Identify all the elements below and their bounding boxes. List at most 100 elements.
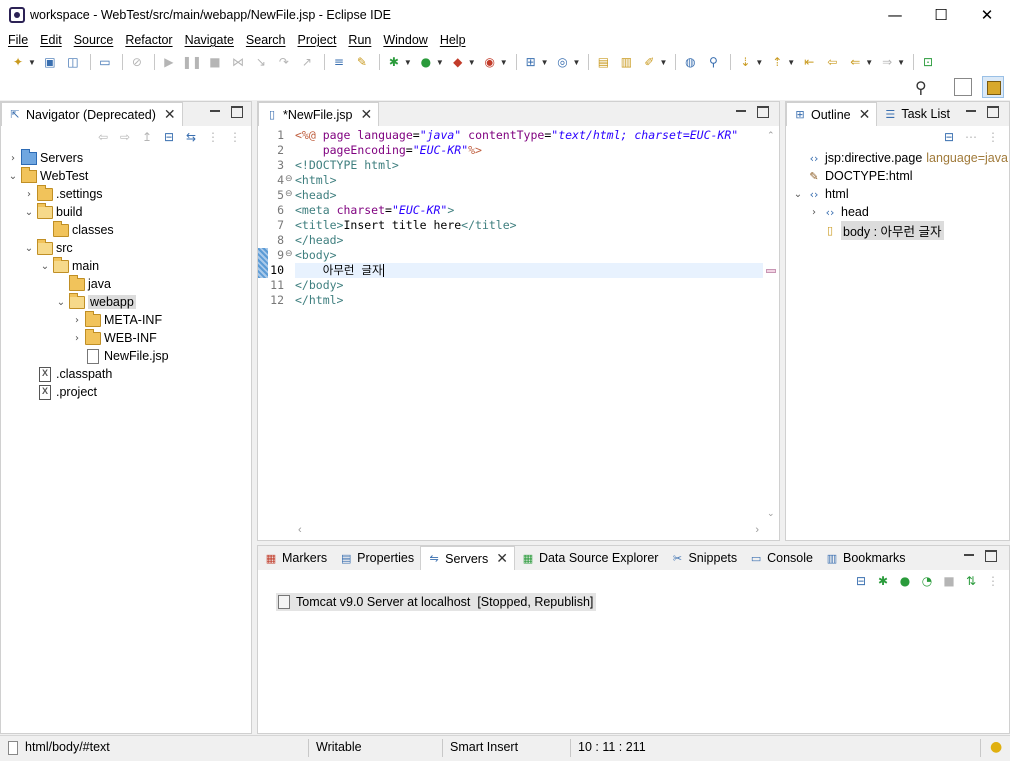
tab-data-source-explorer[interactable]: ▦ Data Source Explorer	[515, 546, 665, 570]
close-icon[interactable]: ✕	[496, 551, 508, 567]
open-perspective-icon[interactable]: ⊡	[918, 53, 938, 71]
status-cursor-position[interactable]: 10 : 11 : 211	[578, 740, 646, 754]
menu-refactor[interactable]: Refactor	[119, 33, 178, 47]
tab-console[interactable]: ▭ Console	[743, 546, 819, 570]
code-line-current[interactable]: 아무런 글자	[295, 263, 763, 278]
code-line[interactable]: <!DOCTYPE html>	[295, 158, 763, 173]
scroll-right-icon[interactable]: ›	[755, 524, 759, 536]
debug-server-icon[interactable]: ✱	[875, 573, 891, 589]
code-line[interactable]: pageEncoding="EUC-KR"%>	[295, 143, 763, 158]
chevron-down-icon[interactable]: ⌄	[23, 207, 35, 218]
code-line[interactable]: <meta charset="EUC-KR">	[295, 203, 763, 218]
tree-item[interactable]: .project	[23, 383, 97, 401]
menu-source[interactable]: Source	[68, 33, 120, 47]
previous-annotation-dropdown-icon[interactable]: ▼	[787, 58, 795, 67]
code-line[interactable]: </body>	[295, 278, 763, 293]
open-type-icon[interactable]: ▤	[593, 53, 613, 71]
menu-navigate[interactable]: Navigate	[179, 33, 240, 47]
tree-item[interactable]: › Servers	[7, 148, 83, 167]
maximize-icon[interactable]	[231, 106, 243, 118]
outline-item[interactable]: ‹› jsp:directive.page language=java	[792, 149, 1008, 167]
code-line[interactable]: </head>	[295, 233, 763, 248]
tab-navigator[interactable]: ⇱ Navigator (Deprecated) ✕	[1, 102, 183, 126]
filter-icon[interactable]: ⋯	[963, 129, 979, 145]
code-line[interactable]: <%@ page language="java" contentType="te…	[295, 128, 763, 143]
toggle-mark-icon[interactable]: ≡	[329, 53, 349, 71]
skip-breakpoints-icon[interactable]: ⊘	[127, 53, 147, 71]
menu-file[interactable]: File	[2, 33, 34, 47]
external-tools-icon[interactable]: ◉	[480, 53, 500, 71]
outline-item[interactable]: ⌄ ‹› html	[792, 185, 849, 203]
link-editor-icon[interactable]: ⇆	[183, 129, 199, 145]
back-history-icon[interactable]: ⇐	[845, 53, 865, 71]
last-edit-location-icon[interactable]: ⇤	[799, 53, 819, 71]
menu-run[interactable]: Run	[342, 33, 377, 47]
maximize-icon[interactable]	[987, 106, 999, 118]
outline-item[interactable]: › ‹› head	[808, 203, 869, 221]
coverage-dropdown-icon[interactable]: ▼	[468, 58, 476, 67]
stop-server-icon[interactable]: ■	[941, 573, 957, 589]
tree-item[interactable]: › META-INF	[71, 310, 162, 329]
maximize-button[interactable]: ☐	[918, 0, 964, 30]
close-icon[interactable]: ✕	[164, 107, 176, 123]
tab-servers[interactable]: ⇋ Servers ✕	[420, 546, 515, 570]
chevron-down-icon[interactable]: ⌄	[55, 297, 67, 308]
search-tool-icon[interactable]: ✐	[639, 53, 659, 71]
menu-help[interactable]: Help	[434, 33, 472, 47]
scroll-left-icon[interactable]: ‹	[298, 524, 302, 536]
code-line[interactable]: <head>	[295, 188, 763, 203]
back-icon[interactable]: ⇦	[95, 129, 111, 145]
server-entry[interactable]: Tomcat v9.0 Server at localhost [Stopped…	[276, 593, 597, 611]
menu-window[interactable]: Window	[377, 33, 433, 47]
tab-snippets[interactable]: ✂ Snippets	[664, 546, 743, 570]
back-dropdown-icon[interactable]: ▼	[865, 58, 873, 67]
tree-item[interactable]: java	[55, 274, 111, 293]
minimize-button[interactable]: —	[872, 0, 918, 30]
chevron-right-icon[interactable]: ›	[71, 315, 83, 326]
tab-newfile-jsp[interactable]: ▯ *NewFile.jsp ✕	[258, 102, 380, 126]
forward-icon[interactable]: ⇨	[117, 129, 133, 145]
scroll-up-icon[interactable]: ⌃	[767, 130, 775, 141]
chevron-down-icon[interactable]: ⌄	[39, 261, 51, 272]
chevron-right-icon[interactable]: ›	[7, 153, 19, 164]
view-menu-icon[interactable]: ⋮	[985, 129, 1001, 145]
close-icon[interactable]: ✕	[360, 107, 372, 123]
tab-task-list[interactable]: ☰ Task List	[877, 102, 956, 126]
tree-item[interactable]: ⌄ src	[23, 238, 73, 257]
resume-icon[interactable]: ▶	[159, 53, 179, 71]
close-button[interactable]: ✕	[964, 0, 1010, 30]
minimize-icon[interactable]	[209, 106, 221, 120]
tree-item[interactable]: ⌄ webapp	[55, 292, 136, 311]
status-insert-mode[interactable]: Smart Insert	[450, 740, 518, 754]
tree-item[interactable]: NewFile.jsp	[71, 347, 169, 365]
tree-item[interactable]: classes	[39, 220, 114, 239]
web-browser-icon[interactable]: ◍	[680, 53, 700, 71]
start-server-icon[interactable]: ●	[897, 573, 913, 589]
chevron-down-icon[interactable]: ⌄	[792, 189, 804, 200]
terminate-icon[interactable]: ■	[205, 53, 225, 71]
tab-markers[interactable]: ▦ Markers	[258, 546, 333, 570]
coverage-icon[interactable]: ◆	[448, 53, 468, 71]
tree-item[interactable]: › .settings	[23, 184, 103, 203]
outline-item[interactable]: ▯ body : 아무런 글자	[808, 220, 944, 240]
maximize-icon[interactable]	[985, 550, 997, 562]
suspend-icon[interactable]: ❚❚	[182, 53, 202, 71]
fold-toggle-icon[interactable]: ⊖	[285, 174, 293, 184]
chevron-right-icon[interactable]: ›	[23, 189, 35, 200]
new-server-dropdown-icon[interactable]: ▼	[541, 58, 549, 67]
menu-edit[interactable]: Edit	[34, 33, 68, 47]
collapse-all-icon[interactable]: ⊟	[161, 129, 177, 145]
publish-icon[interactable]: ⇅	[963, 573, 979, 589]
tab-bookmarks[interactable]: ▥ Bookmarks	[819, 546, 912, 570]
tree-item[interactable]: › WEB-INF	[71, 328, 157, 347]
save-all-icon[interactable]: ◫	[63, 53, 83, 71]
open-task-icon[interactable]: ▥	[616, 53, 636, 71]
profile-server-icon[interactable]: ◔	[919, 573, 935, 589]
maximize-icon[interactable]	[757, 106, 769, 118]
vertical-scrollbar[interactable]: ⌃ ⌄	[763, 126, 779, 523]
chevron-right-icon[interactable]: ›	[71, 333, 83, 344]
disconnect-icon[interactable]: ⋈	[228, 53, 248, 71]
tree-item[interactable]: ⌄ build	[23, 202, 82, 221]
code-line[interactable]: <html>	[295, 173, 763, 188]
new-icon[interactable]: ✦	[8, 53, 28, 71]
